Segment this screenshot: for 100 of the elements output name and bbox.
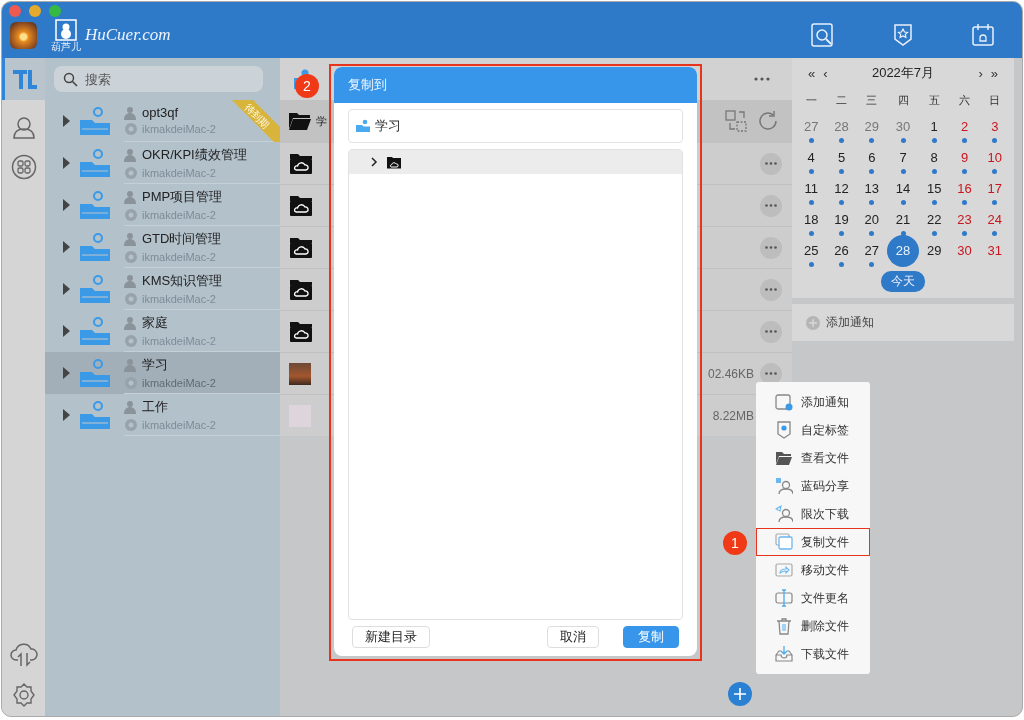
calendar-day[interactable]: 9	[960, 147, 969, 169]
device-icon	[124, 333, 138, 348]
menu-item[interactable]: 下载文件	[756, 640, 870, 668]
calendar-day[interactable]: 3	[991, 116, 999, 138]
calendar-day[interactable]: 11	[804, 178, 818, 200]
calendar-day[interactable]: 25	[803, 240, 819, 262]
file-size: 02.46KB	[707, 366, 754, 381]
calendar-day[interactable]: 22	[926, 209, 942, 231]
calendar-day[interactable]: 24	[987, 209, 1003, 231]
cloud-folder-icon	[289, 236, 313, 259]
next-month-button[interactable]: ›	[974, 65, 987, 81]
menu-item[interactable]: 移动文件	[756, 556, 870, 584]
calendar-day[interactable]: 10	[987, 147, 1003, 169]
expand-arrow-icon[interactable]	[62, 325, 70, 337]
weekday-label: 五	[927, 93, 941, 108]
cloud-sync-icon[interactable]	[9, 640, 38, 668]
search-field[interactable]: 搜索	[54, 66, 263, 92]
cloud-folder-icon	[289, 194, 313, 217]
calendar-day[interactable]: 4	[807, 147, 815, 169]
calendar-day[interactable]: 21	[895, 209, 911, 231]
menu-item[interactable]: 查看文件	[756, 444, 870, 472]
menu-item[interactable]: 删除文件	[756, 612, 870, 640]
calendar-day[interactable]: 6	[868, 147, 876, 169]
group-item[interactable]: 学习 ikmakdeiMac-2	[45, 352, 280, 394]
swap-icon[interactable]	[724, 109, 748, 133]
calendar-day[interactable]: 18	[803, 209, 819, 231]
expand-arrow-icon[interactable]	[62, 409, 70, 421]
calendar-day[interactable]: 13	[864, 178, 880, 200]
calendar-day[interactable]: 26	[834, 240, 849, 262]
logo-text: HuCuer.com	[85, 25, 171, 45]
menu-item[interactable]: 自定标签	[756, 416, 870, 444]
calendar-day[interactable]: 27	[864, 240, 880, 262]
expand-arrow-icon[interactable]	[62, 367, 70, 379]
member-icon	[124, 147, 138, 162]
target-field[interactable]: 学习	[348, 109, 683, 143]
drive-user-icon	[78, 232, 112, 262]
next-year-button[interactable]: »	[986, 65, 1002, 81]
calendar-day[interactable]: 28	[887, 235, 919, 267]
group-name: 工作	[142, 397, 168, 416]
settings-icon[interactable]	[10, 682, 37, 708]
calendar-day[interactable]: 16	[957, 178, 972, 200]
expand-arrow-icon[interactable]	[62, 157, 70, 169]
dialog-button[interactable]: 新建目录	[352, 626, 430, 648]
calendar-bell-icon	[775, 393, 793, 411]
magnifier-icon[interactable]	[810, 22, 836, 48]
menu-item[interactable]: 蓝码分享	[756, 472, 870, 500]
menu-item[interactable]: 限次下载	[756, 500, 870, 528]
step-badge: 1	[723, 531, 747, 555]
device-icon	[124, 291, 138, 306]
expand-arrow-icon[interactable]	[62, 241, 70, 253]
today-button[interactable]: 今天	[881, 271, 925, 292]
prev-year-button[interactable]: «	[804, 65, 820, 81]
device-icon	[124, 122, 138, 136]
more-button[interactable]	[760, 236, 782, 259]
calendar-day[interactable]: 1	[930, 116, 938, 138]
add-notification-button[interactable]: 添加通知	[792, 304, 1014, 341]
calendar-day[interactable]: 2	[960, 116, 969, 138]
calendar-day[interactable]: 19	[834, 209, 849, 231]
dialog-button[interactable]: 取消	[547, 626, 599, 648]
calendar-day[interactable]: 7	[899, 147, 907, 169]
calendar-day[interactable]: 20	[864, 209, 880, 231]
calendar-day[interactable]: 15	[926, 178, 942, 200]
add-button[interactable]	[728, 682, 752, 706]
calendar-day[interactable]: 12	[834, 178, 849, 200]
calendar-day[interactable]: 31	[987, 240, 1003, 262]
group-name: OKR/KPI绩效管理	[142, 145, 247, 164]
expand-arrow-icon[interactable]	[62, 283, 70, 295]
more-icon	[765, 162, 777, 165]
more-button[interactable]	[760, 278, 782, 301]
member-icon	[124, 105, 138, 120]
calendar-day[interactable]: 23	[957, 209, 972, 231]
calendar-icon[interactable]	[970, 22, 996, 48]
group-name: 家庭	[142, 313, 168, 332]
apps-icon[interactable]	[10, 154, 37, 180]
expand-arrow-icon[interactable]	[62, 115, 70, 127]
calendar-day[interactable]: 30	[957, 240, 972, 262]
calendar-day[interactable]: 5	[837, 147, 846, 169]
minimize-button[interactable]	[29, 5, 41, 17]
more-button[interactable]	[760, 320, 782, 343]
calendar-day[interactable]: 14	[895, 178, 911, 200]
copy-icon	[775, 533, 793, 551]
prev-month-button[interactable]: ‹	[819, 65, 832, 81]
host-name: ikmakdeiMac-2	[142, 376, 216, 389]
menu-item[interactable]: 文件更名	[756, 584, 870, 612]
expand-arrow-icon[interactable]	[62, 199, 70, 211]
refresh-icon[interactable]	[756, 109, 780, 133]
more-button[interactable]	[760, 152, 782, 175]
cloud-folder-icon	[289, 278, 313, 301]
calendar-day[interactable]: 8	[930, 147, 938, 169]
more-button[interactable]	[760, 362, 782, 385]
drive-user-icon	[78, 148, 112, 178]
user-group-icon[interactable]	[10, 114, 37, 140]
menu-item[interactable]: 复制文件	[756, 528, 870, 556]
app-home-tab[interactable]	[2, 58, 45, 100]
gourd-logo-icon	[55, 18, 77, 41]
calendar-day[interactable]: 29	[926, 240, 942, 262]
more-button[interactable]	[760, 194, 782, 217]
menu-item[interactable]: 添加通知	[756, 388, 870, 416]
chevron-icon[interactable]	[371, 157, 378, 167]
calendar-day[interactable]: 17	[987, 178, 1003, 200]
